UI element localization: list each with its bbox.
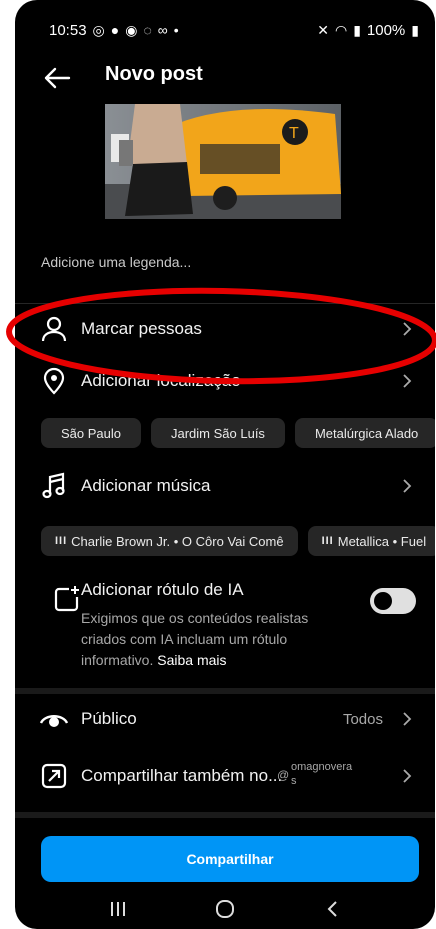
whatsapp-icon: ◎	[92, 22, 105, 38]
toggle-knob	[374, 592, 392, 610]
section-divider	[15, 812, 435, 818]
home-button[interactable]	[205, 894, 245, 924]
add-location-row[interactable]: Adicionar localização	[15, 357, 435, 405]
phone-screen: 10:53 ◎ ● ◉ ◌ ∞ • ✕ ◠ ▮ 100% ▮ Novo post	[15, 0, 435, 929]
music-chip[interactable]: III Charlie Brown Jr. • O Côro Vai Comê	[41, 526, 298, 556]
chevron-right-icon	[403, 374, 412, 388]
status-bar: 10:53 ◎ ● ◉ ◌ ∞ • ✕ ◠ ▮ 100% ▮	[15, 0, 435, 60]
nav-back-icon	[327, 900, 337, 917]
ai-label-title: Adicionar rótulo de IA	[81, 580, 244, 599]
top-bar: Novo post	[15, 56, 435, 100]
page-title: Novo post	[105, 63, 203, 85]
ai-label-icon	[53, 585, 83, 615]
music-chip[interactable]: III Metallica • Fuel	[307, 526, 435, 556]
location-pin-icon	[37, 364, 71, 398]
equalizer-icon: III	[321, 535, 334, 547]
add-music-label: Adicionar música	[81, 476, 211, 495]
share-also-label: Compartilhar também no...	[81, 766, 283, 785]
back-arrow-icon	[44, 67, 71, 89]
tag-people-row[interactable]: Marcar pessoas	[15, 305, 435, 353]
ai-label-toggle[interactable]	[370, 588, 416, 614]
share-also-row[interactable]: Compartilhar também no...	[15, 752, 435, 800]
recent-apps-icon	[111, 901, 126, 916]
media-preview[interactable]: T	[105, 104, 341, 219]
music-chip-label: Charlie Brown Jr. • O Côro Vai Comê	[71, 533, 284, 549]
audience-label: Público	[81, 709, 137, 728]
svg-text:T: T	[289, 125, 299, 142]
tag-people-label: Marcar pessoas	[81, 319, 202, 338]
equalizer-icon: III	[55, 535, 68, 547]
threads-icon: @	[277, 768, 290, 782]
threads-account: @ omagnovera s	[277, 760, 353, 788]
chevron-right-icon	[403, 322, 412, 336]
check-circle-icon: ◌	[143, 22, 152, 38]
threads-account-name-end: s	[291, 775, 297, 787]
dot-icon: •	[173, 22, 179, 38]
share-button[interactable]: Compartilhar	[41, 836, 419, 882]
learn-more-link[interactable]: Saiba mais	[157, 652, 226, 668]
person-icon	[37, 312, 71, 346]
ai-label-description: Exigimos que os conteúdos realistas cria…	[81, 608, 351, 671]
audience-row[interactable]: Público Todos	[15, 695, 435, 743]
location-chip[interactable]: Jardim São Luís	[151, 418, 285, 448]
recent-apps-button[interactable]	[98, 894, 138, 924]
system-nav-bar	[15, 888, 435, 929]
divider	[15, 303, 435, 304]
nav-back-button[interactable]	[312, 894, 352, 924]
location-suggestions: São Paulo Jardim São Luís Metalúrgica Al…	[41, 418, 435, 448]
threads-account-name: omagnovera	[291, 761, 353, 773]
chevron-right-icon	[403, 479, 412, 493]
photo-thumbnail: T	[105, 104, 341, 219]
mute-icon: ✕	[317, 22, 329, 38]
chat-icon: ●	[110, 22, 120, 38]
status-time: 10:53	[49, 21, 87, 39]
add-location-label: Adicionar localização	[81, 371, 241, 390]
chevron-right-icon	[403, 712, 412, 726]
home-icon	[215, 899, 234, 918]
add-music-row[interactable]: Adicionar música	[15, 462, 435, 510]
battery-level: 100%	[366, 21, 406, 39]
battery-icon: ▮	[411, 22, 419, 38]
caption-input[interactable]: Adicione uma legenda...	[41, 254, 191, 270]
music-note-icon	[37, 469, 71, 503]
chevron-right-icon	[403, 769, 412, 783]
signal-icon: ▮	[353, 22, 361, 38]
wifi-icon: ◠	[334, 22, 348, 38]
location-chip[interactable]: São Paulo	[41, 418, 141, 448]
location-chip[interactable]: Metalúrgica Alado	[294, 418, 435, 448]
music-suggestions: III Charlie Brown Jr. • O Côro Vai Comê I…	[41, 526, 435, 556]
section-divider	[15, 688, 435, 694]
audience-value: Todos	[342, 710, 383, 728]
messenger-icon: ◉	[125, 22, 138, 38]
eye-icon	[37, 702, 71, 736]
share-arrow-icon	[37, 759, 71, 793]
back-button[interactable]	[39, 60, 75, 96]
music-chip-label: Metallica • Fuel	[337, 533, 427, 549]
voicemail-icon: ∞	[157, 22, 168, 38]
